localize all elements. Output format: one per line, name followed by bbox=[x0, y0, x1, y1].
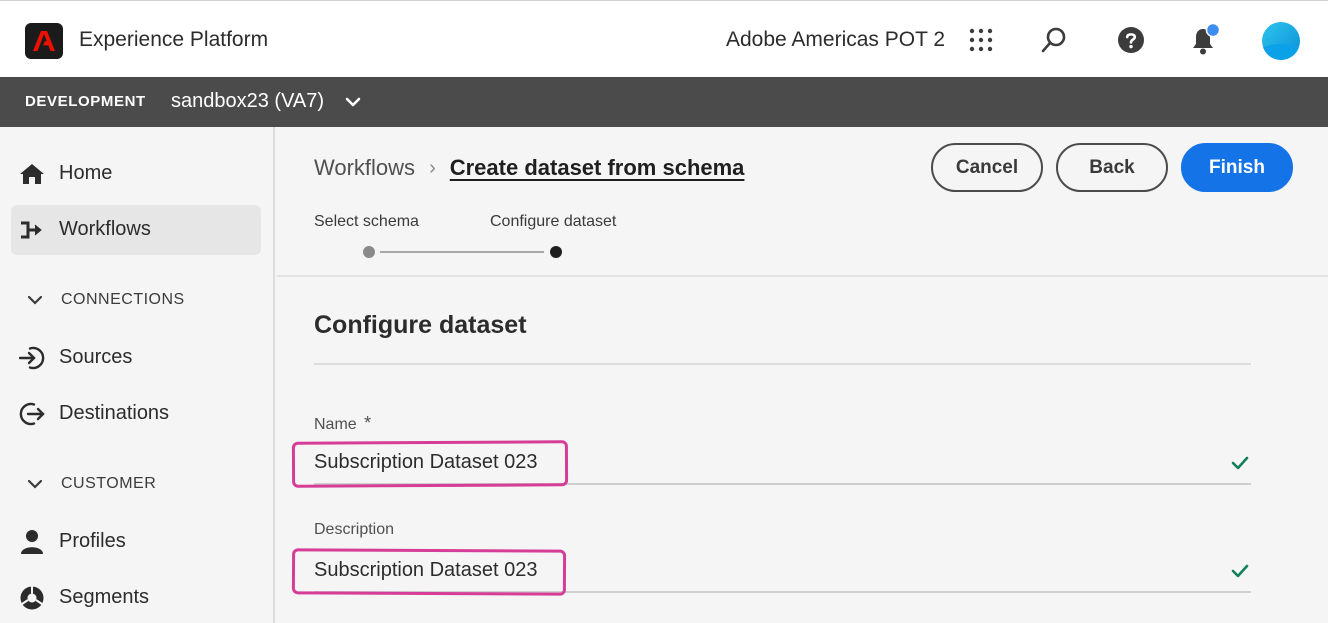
section-title: CUSTOMER bbox=[61, 475, 157, 492]
nav-item-sources[interactable]: Sources bbox=[11, 333, 261, 383]
app-title[interactable]: Experience Platform bbox=[79, 28, 268, 52]
name-highlight-annotation bbox=[291, 440, 569, 488]
org-switcher[interactable]: Adobe Americas POT 2 bbox=[726, 28, 945, 52]
page-title: Configure dataset bbox=[314, 311, 527, 339]
step-connector bbox=[380, 251, 544, 253]
breadcrumb-separator: › bbox=[429, 156, 436, 179]
environment-label: DEVELOPMENT bbox=[25, 93, 146, 110]
nav-label: Destinations bbox=[59, 402, 170, 424]
checkmark-icon bbox=[1231, 564, 1249, 578]
breadcrumb-workflows-link[interactable]: Workflows bbox=[314, 155, 415, 181]
section-title: CONNECTIONS bbox=[61, 291, 185, 308]
sandbox-switcher[interactable]: sandbox23 (VA7) bbox=[171, 90, 324, 113]
nav-item-destinations[interactable]: Destinations bbox=[11, 389, 261, 439]
segments-icon bbox=[19, 586, 45, 610]
search-icon[interactable] bbox=[1037, 23, 1071, 57]
notifications-bell-icon[interactable] bbox=[1188, 23, 1222, 57]
apps-grid-icon[interactable] bbox=[964, 23, 998, 57]
sandbox-bar: DEVELOPMENT sandbox23 (VA7) bbox=[0, 77, 1328, 127]
workflow-header: Workflows › Create dataset from schema C… bbox=[277, 127, 1328, 277]
breadcrumb-current: Create dataset from schema bbox=[449, 155, 745, 180]
nav-item-workflows[interactable]: Workflows bbox=[11, 205, 261, 255]
user-avatar[interactable] bbox=[1262, 22, 1300, 60]
sources-icon bbox=[19, 346, 45, 370]
breadcrumb: Workflows › Create dataset from schema bbox=[314, 155, 744, 181]
nav-label: Segments bbox=[59, 586, 150, 608]
step-label-configure-dataset: Configure dataset bbox=[490, 213, 617, 230]
divider bbox=[314, 363, 1251, 365]
destinations-icon bbox=[19, 402, 45, 426]
cancel-button[interactable]: Cancel bbox=[931, 143, 1043, 192]
section-customer[interactable]: CUSTOMER bbox=[25, 472, 156, 496]
finish-button[interactable]: Finish bbox=[1181, 143, 1293, 192]
chevron-down-icon[interactable] bbox=[343, 92, 363, 112]
nav-label: Profiles bbox=[59, 530, 126, 552]
section-connections[interactable]: CONNECTIONS bbox=[25, 288, 185, 312]
workflows-icon bbox=[19, 218, 45, 242]
left-nav: Home Workflows CONNECTIONS Sources Desti… bbox=[0, 127, 275, 623]
description-field-label: Description bbox=[314, 521, 395, 538]
step-dot-completed bbox=[363, 246, 375, 258]
adobe-logo-icon[interactable] bbox=[25, 23, 63, 59]
step-indicator: Select schema Configure dataset bbox=[314, 213, 634, 263]
description-highlight-annotation bbox=[291, 548, 567, 596]
chevron-down-icon bbox=[27, 479, 43, 489]
required-asterisk-icon: * bbox=[364, 413, 372, 433]
nav-item-home[interactable]: Home bbox=[11, 149, 261, 199]
nav-item-profiles[interactable]: Profiles bbox=[11, 517, 261, 567]
step-label-select-schema[interactable]: Select schema bbox=[314, 213, 419, 231]
nav-item-segments[interactable]: Segments bbox=[11, 573, 261, 623]
name-field-label: Name * bbox=[314, 413, 372, 433]
profiles-icon bbox=[19, 530, 45, 554]
chevron-down-icon bbox=[27, 295, 43, 305]
step-dot-current bbox=[550, 246, 562, 258]
top-bar: Experience Platform Adobe Americas POT 2 bbox=[0, 0, 1328, 77]
help-icon[interactable] bbox=[1114, 23, 1148, 57]
nav-label: Home bbox=[59, 162, 113, 184]
home-icon bbox=[19, 162, 45, 186]
back-button[interactable]: Back bbox=[1056, 143, 1168, 192]
nav-label: Workflows bbox=[59, 218, 151, 240]
checkmark-icon bbox=[1231, 456, 1249, 470]
nav-label: Sources bbox=[59, 346, 133, 368]
